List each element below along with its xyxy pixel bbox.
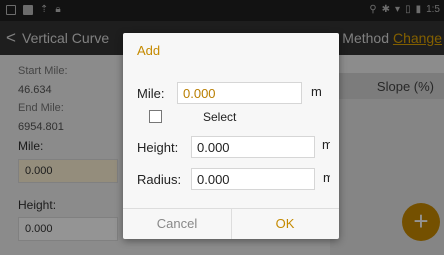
ok-button[interactable]: OK — [231, 209, 339, 239]
radius-unit: m — [323, 170, 330, 185]
mile-unit: m — [311, 84, 322, 99]
select-label[interactable]: Select — [203, 110, 236, 124]
dialog-mile-input[interactable]: 0.000 — [177, 82, 302, 104]
height-unit: m — [322, 137, 330, 152]
dialog-height-input[interactable]: 0.000 — [191, 136, 315, 158]
dialog-radius-input[interactable]: 0.000 — [191, 168, 315, 190]
select-checkbox[interactable] — [149, 110, 162, 123]
add-dialog: Add Mile: 0.000 m Select Height: 0.000 m… — [123, 33, 339, 239]
dialog-radius-label: Radius: — [137, 172, 182, 187]
dialog-mile-label: Mile: — [137, 86, 165, 101]
dialog-title: Add — [137, 43, 161, 58]
cancel-button[interactable]: Cancel — [123, 209, 231, 239]
dialog-height-label: Height: — [137, 140, 179, 155]
